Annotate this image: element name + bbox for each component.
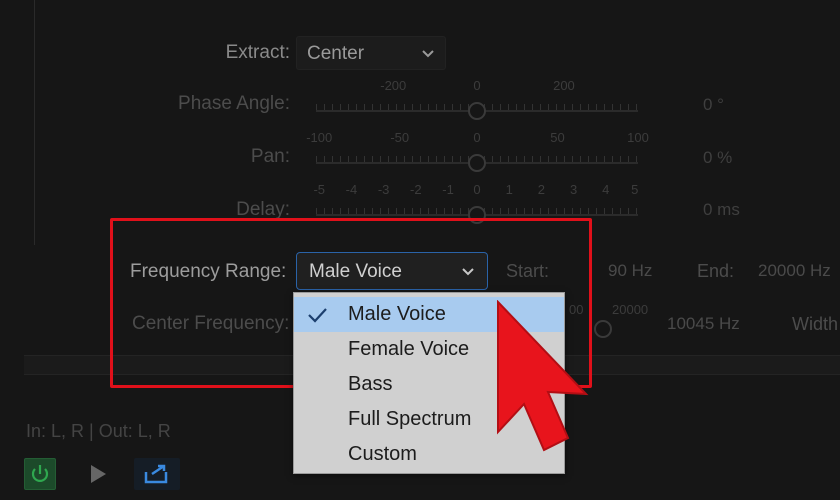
- arrow-cursor-icon: [478, 299, 593, 465]
- tick-label: 0: [473, 78, 481, 93]
- slider-knob[interactable]: [468, 206, 486, 224]
- center-frequency-slider-knob[interactable]: [594, 320, 612, 338]
- tick-label: -200: [380, 78, 407, 93]
- start-value[interactable]: 90 Hz: [608, 261, 652, 281]
- export-icon: [134, 464, 180, 494]
- power-icon: [25, 465, 55, 493]
- extract-label: Extract:: [225, 42, 290, 63]
- tick-label: -50: [390, 130, 410, 145]
- tick-label: 3: [569, 182, 578, 197]
- tick-label: -1: [442, 182, 454, 197]
- chevron-down-icon: [461, 263, 475, 285]
- dropdown-option-label: Full Spectrum: [348, 408, 472, 430]
- effect-panel: Extract: Center Phase Angle: -200 0 2 0 0 …: [0, 0, 840, 500]
- dropdown-option-label: Custom: [348, 443, 417, 465]
- tick-label: -4: [345, 182, 358, 197]
- tick-label: 4: [602, 182, 610, 197]
- slider-knob[interactable]: [468, 102, 486, 120]
- pan-value: 0 %: [703, 148, 733, 167]
- extract-value: Center: [307, 43, 365, 64]
- phase-angle-value: 0 °: [703, 95, 724, 114]
- tick-label: 1: [505, 182, 513, 197]
- pan-slider[interactable]: -100 -50 0 50 100: [306, 130, 649, 178]
- delay-slider[interactable]: -5 -4 -3 -2 -1 0 1 2 3 4 5: [313, 182, 638, 230]
- frequency-range-select[interactable]: Male Voice: [296, 252, 488, 290]
- frequency-range-value: Male Voice: [309, 261, 402, 282]
- phase-angle-label: Phase Angle:: [178, 93, 290, 114]
- start-label: Start:: [506, 261, 550, 281]
- export-button[interactable]: [134, 458, 180, 490]
- chevron-down-icon: [421, 45, 435, 67]
- tick-label: -2: [410, 182, 422, 197]
- extract-select[interactable]: Center: [296, 36, 446, 70]
- tick-label: -100: [306, 130, 333, 145]
- tick-label: 50: [550, 130, 565, 145]
- end-value[interactable]: 20000 Hz: [758, 261, 831, 281]
- tick-label: -5: [313, 182, 325, 197]
- end-label: End:: [697, 261, 735, 281]
- tick-label: 5: [631, 182, 639, 197]
- frequency-range-label: Frequency Range:: [130, 261, 287, 282]
- center-frequency-label: Center Frequency:: [132, 313, 290, 334]
- tick-label: 2: [537, 182, 546, 197]
- delay-label: Delay:: [236, 199, 290, 220]
- dropdown-option-label: Female Voice: [348, 338, 470, 360]
- tick-label: -3: [377, 182, 390, 197]
- width-label: Width: [792, 314, 839, 334]
- phase-angle-slider[interactable]: -200 0 200: [316, 78, 638, 126]
- delay-value: 0 ms: [703, 200, 740, 219]
- dropdown-option-label: Male Voice: [348, 303, 446, 325]
- tick-label: 100: [627, 130, 649, 145]
- tick-label: 0: [473, 182, 481, 197]
- play-button[interactable]: [86, 462, 110, 486]
- power-button[interactable]: [24, 458, 56, 490]
- center-frequency-value[interactable]: 10045 Hz: [667, 314, 740, 334]
- pan-label: Pan:: [250, 146, 290, 167]
- tick-label: 0: [473, 130, 481, 145]
- dropdown-option-label: Bass: [348, 373, 393, 395]
- tick-label: 20000: [612, 302, 649, 317]
- io-routing-label: In: L, R | Out: L, R: [26, 421, 171, 441]
- play-icon: [86, 465, 110, 490]
- slider-knob[interactable]: [468, 154, 486, 172]
- tick-label: 200: [553, 78, 575, 93]
